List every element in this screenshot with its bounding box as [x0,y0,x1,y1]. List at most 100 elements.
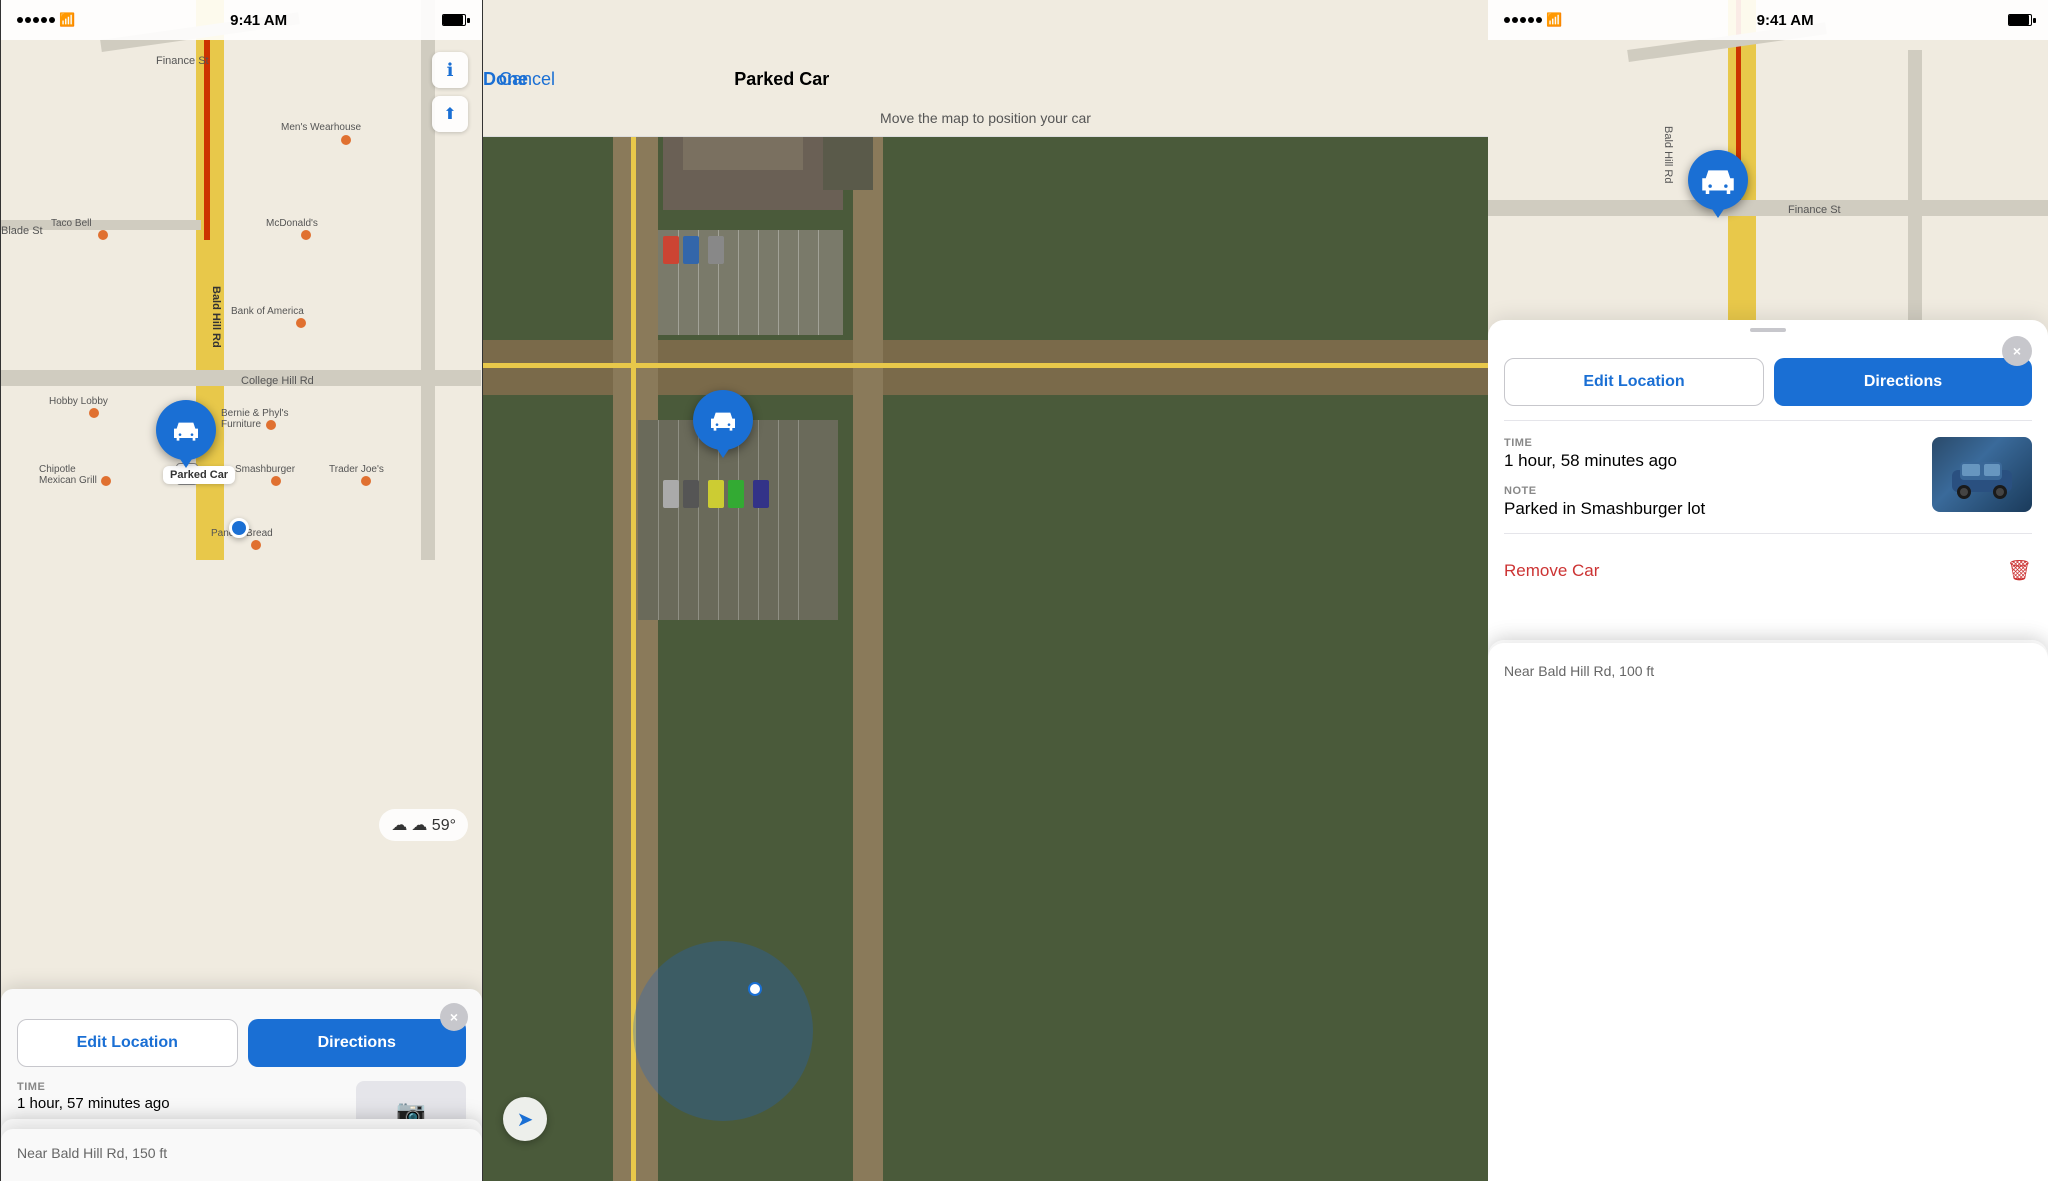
s3-note-section: NOTE Parked in Smashburger lot [1504,485,1920,519]
done-button[interactable]: Done [483,0,1472,100]
park-line-b6 [758,420,759,620]
status-bar-1: 📶 9:41 AM [1,0,482,40]
dot2 [25,17,31,23]
current-location-button[interactable]: ➤ [503,1097,547,1141]
s3-time-value: 1 hour, 58 minutes ago [1504,451,1920,471]
park-line-b8 [798,420,799,620]
aerial-car-7 [728,480,744,508]
trash-icon[interactable]: 🗑 [2007,558,2032,583]
map-road-stripe [204,40,210,240]
screen3-info: TIME 1 hour, 58 minutes ago NOTE Parked … [1504,437,2032,519]
park-line-6 [778,230,779,335]
poi-trader-joes-label: Trader Joe's [329,464,384,475]
status-right-3 [2008,14,2032,26]
car-photo [1932,437,2032,512]
location-accuracy-circle [633,941,813,1121]
s3-note-value: Parked in Smashburger lot [1504,499,1920,519]
poi-smashburger [271,476,281,486]
aerial-car-3 [708,236,724,264]
dot5-3 [1536,17,1542,23]
edit-location-button-1[interactable]: Edit Location [17,1019,238,1067]
screen2-header: Cancel Parked Car Done [483,0,1488,100]
status-time-1: 9:41 AM [230,12,287,29]
park-line-4 [738,230,739,335]
poi-bank-of-america [296,318,306,328]
directions-button-1[interactable]: Directions [248,1019,467,1067]
weather-badge: ☁ ☁ 59° [379,809,468,841]
signal-strength [17,17,55,23]
s3-road-horiz [1488,200,2048,216]
dot3 [33,17,39,23]
screen2: 📶 9:41 AM Cancel Parked Car Done Move th… [483,0,1488,1181]
drag-handle [1750,328,1786,332]
s3-finance-label: Finance St [1788,204,1841,216]
car-pin [156,400,216,460]
wifi-icon-3: 📶 [1546,12,1562,28]
current-location-small-dot [748,982,762,996]
screen2-instruction: Move the map to position your car [483,100,1488,137]
aerial-car-2 [683,236,699,264]
close-icon-1: × [450,1009,458,1025]
s3-road-label: Bald Hill Rd [1662,126,1674,183]
status-left-3: 📶 [1504,12,1562,28]
poi-mens-wearhouse [341,135,351,145]
battery-3 [2008,14,2032,26]
remove-car-button[interactable]: Remove Car [1504,561,1599,581]
poi-hobby-lobby [89,408,99,418]
weather-icon: ☁ [391,815,407,835]
poi-taco-bell-label: Taco Bell [51,218,92,229]
close-icon-3: × [2013,343,2021,359]
park-line-b2 [678,420,679,620]
car-pin-aerial [693,390,753,450]
aerial-car-6 [708,480,724,508]
status-time-3: 9:41 AM [1757,12,1814,29]
car-photo-image [1932,437,2032,512]
road-label-finance: Finance St [156,55,209,67]
status-left-1: 📶 [17,12,75,28]
poi-chipotle-label: ChipotleMexican Grill [39,464,97,486]
user-location-dot [229,518,249,538]
car-pin-aerial-icon [707,404,739,436]
s3-time-label: TIME [1504,437,1920,449]
edit-location-button-3[interactable]: Edit Location [1504,358,1764,406]
battery-fill-1 [443,15,463,25]
poi-smashburger-label: Smashburger [235,464,295,475]
poi-taco-bell [98,230,108,240]
park-line-b1 [658,420,659,620]
car-pin-icon [170,414,202,446]
s3-note-label: NOTE [1504,485,1920,497]
dot1-3 [1504,17,1510,23]
aerial-car-5 [683,480,699,508]
road-label-bald-hill: Bald Hill Rd [210,286,222,348]
action-buttons-1: Edit Location Directions [17,1019,466,1067]
map-info-button[interactable]: ℹ [432,52,468,88]
poi-panera [251,540,261,550]
park-line-b3 [698,420,699,620]
aerial-car-4 [663,480,679,508]
aerial-yellow-v [631,0,636,1181]
poi-trader-joes [361,476,371,486]
dot5 [49,17,55,23]
time-label-1: TIME [17,1081,346,1093]
directions-button-3[interactable]: Directions [1774,358,2032,406]
map-compass-button[interactable]: ⬆ [432,96,468,132]
aerial-car-1 [663,236,679,264]
close-button-3[interactable]: × [2002,336,2032,366]
location-arrow-icon: ➤ [517,1107,534,1132]
aerial-car-8 [753,480,769,508]
road-label-blade: Blade St [1,225,43,237]
battery-1 [442,14,466,26]
park-line-b7 [778,420,779,620]
battery-fill-3 [2009,15,2029,25]
screen1: Men's Wearhouse Taco Bell McDonald's Ban… [0,0,483,1181]
dot3-3 [1520,17,1526,23]
wifi-icon-1: 📶 [59,12,75,28]
park-line-5 [758,230,759,335]
poi-chipotle [101,476,111,486]
status-bar-3: 📶 9:41 AM [1488,0,2048,40]
car-pin-s3-icon [1697,159,1739,201]
close-button-1[interactable]: × [440,1003,468,1031]
park-line-7 [798,230,799,335]
divider-1 [1504,420,2032,421]
signal-strength-3 [1504,17,1542,23]
